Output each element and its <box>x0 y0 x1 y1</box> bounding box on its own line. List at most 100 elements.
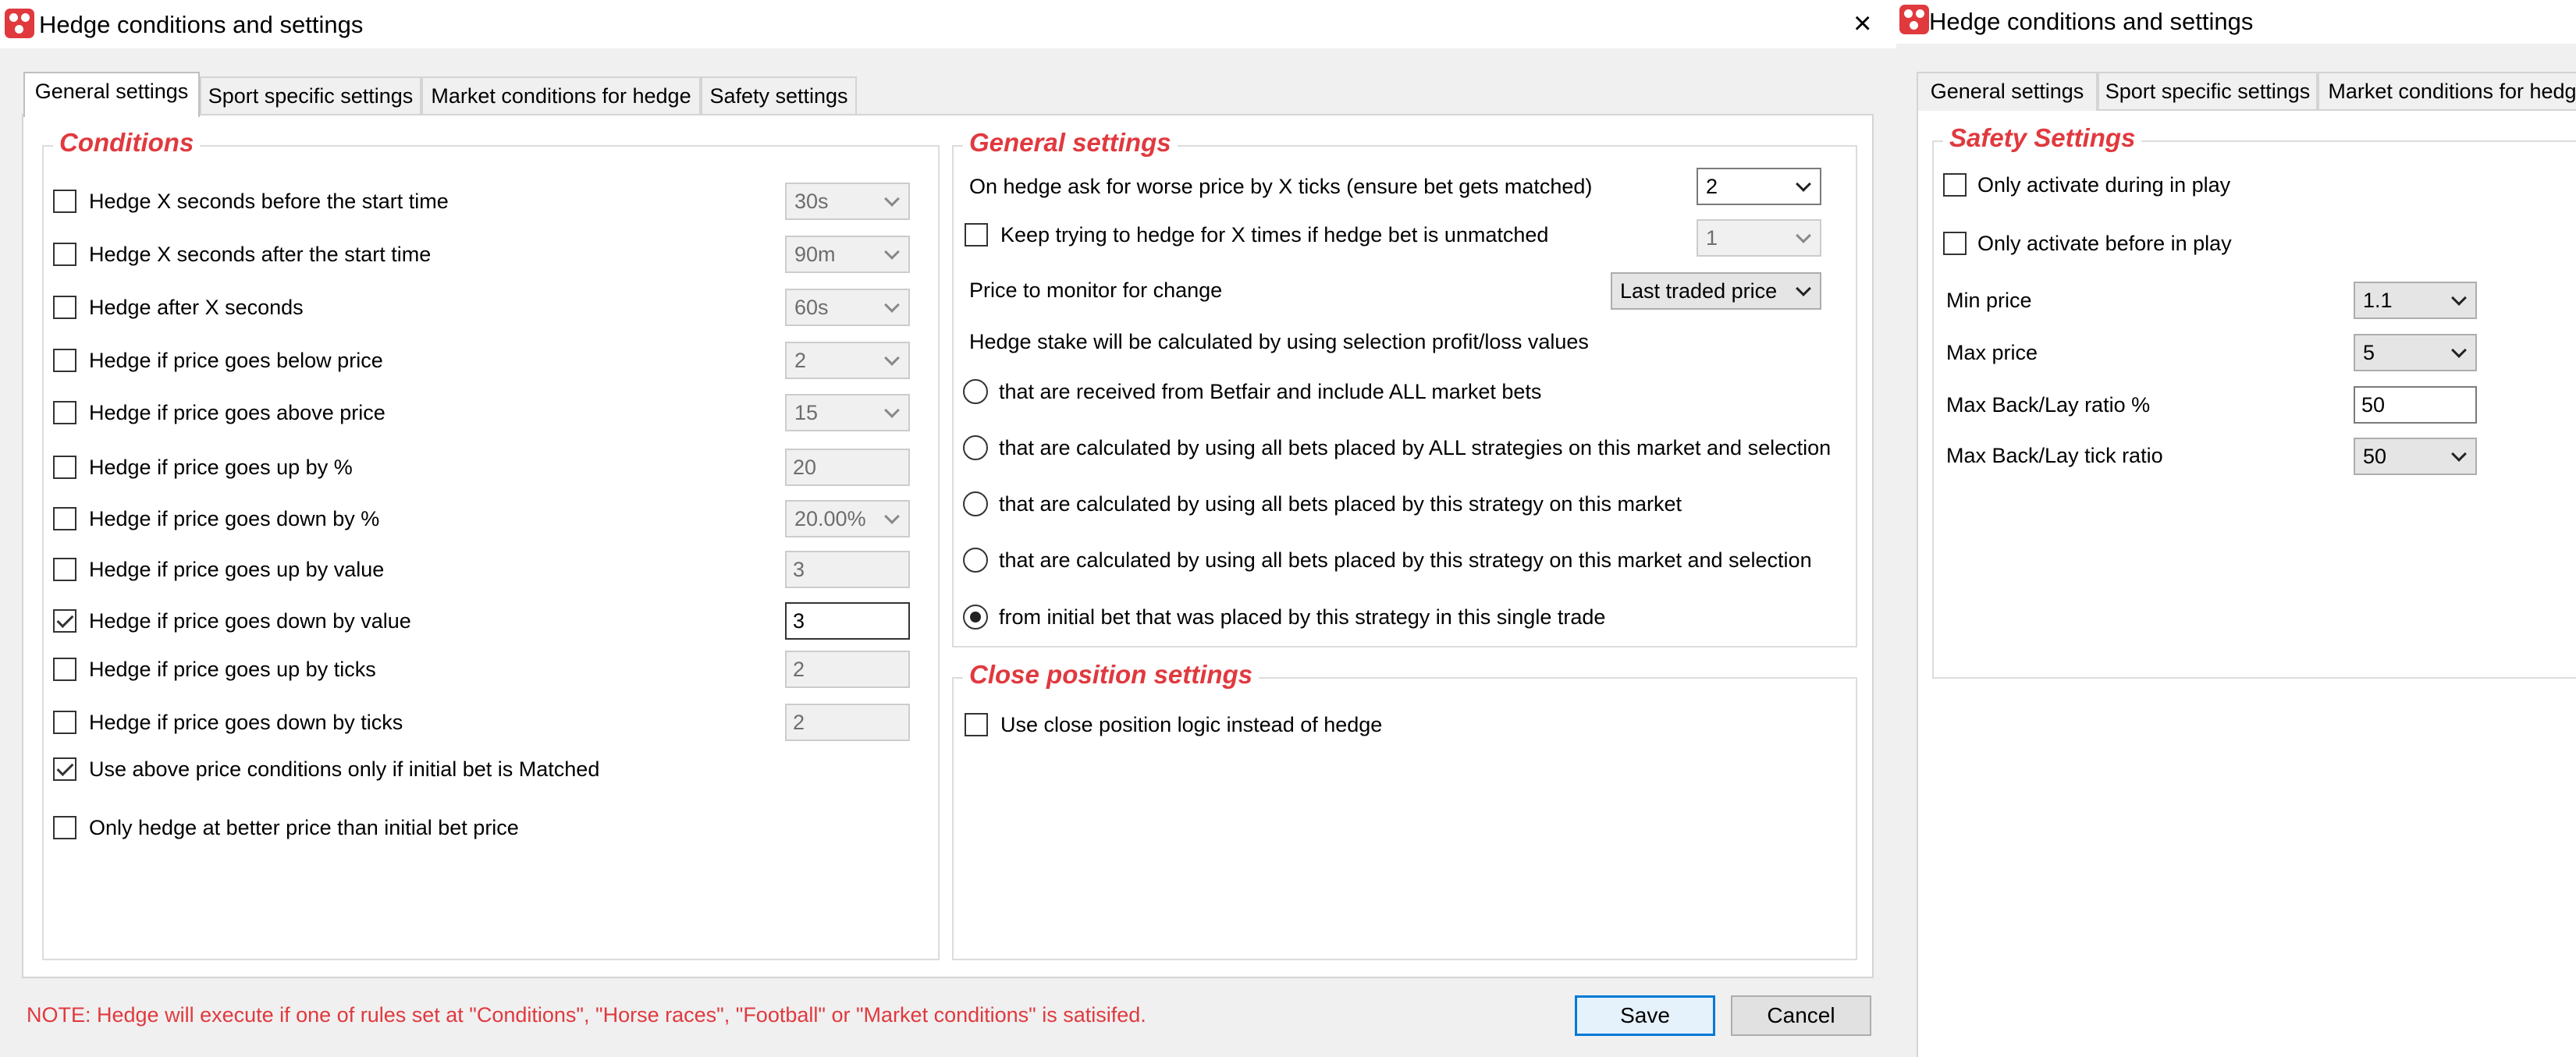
tick-ratio-label: Max Back/Lay tick ratio <box>1946 444 2163 467</box>
condition-checkbox[interactable] <box>53 190 76 213</box>
stake-source-radio[interactable] <box>963 605 988 630</box>
stake-source-label: that are calculated by using all bets pl… <box>999 436 1832 459</box>
condition-checkbox[interactable] <box>53 658 76 681</box>
stake-source-radio[interactable] <box>963 491 988 516</box>
condition-value: 2 <box>793 658 805 681</box>
chevron-down-icon <box>884 297 900 313</box>
save-button[interactable]: Save <box>1575 995 1715 1036</box>
max-price-dropdown[interactable]: 5 <box>2354 334 2477 371</box>
ratio-input[interactable]: 50 <box>2354 386 2477 424</box>
stake-source-radio[interactable] <box>963 379 988 404</box>
condition-checkbox[interactable] <box>53 507 76 530</box>
close-position-legend: Close position settings <box>963 660 1260 690</box>
tick-ratio-dropdown[interactable]: 50 <box>2354 438 2477 475</box>
condition-label: Hedge if price goes up by ticks <box>89 658 376 681</box>
condition-checkbox[interactable] <box>53 296 76 319</box>
condition-value: 3 <box>793 609 805 633</box>
chevron-down-icon <box>2451 342 2467 358</box>
condition-value: 30s <box>794 190 829 213</box>
condition-dropdown[interactable]: 20.00% <box>785 500 910 537</box>
tab-market-conditions-2[interactable]: Market conditions for hedge <box>2318 72 2576 111</box>
min-price-label: Min price <box>1946 289 2032 312</box>
stake-source-radio[interactable] <box>963 435 988 460</box>
condition-label: Hedge if price goes below price <box>89 349 383 372</box>
general-settings-legend: General settings <box>963 128 1178 158</box>
hedge-settings-window-2: Hedge conditions and settings General se… <box>1896 0 2576 1057</box>
condition-input[interactable]: 2 <box>785 651 910 688</box>
tab-sport-specific-settings[interactable]: Sport specific settings <box>200 76 421 115</box>
condition-input[interactable]: 3 <box>785 551 910 588</box>
tab-general-settings[interactable]: General settings <box>23 72 200 117</box>
ratio-label: Max Back/Lay ratio % <box>1946 393 2151 417</box>
condition-dropdown[interactable]: 60s <box>785 289 910 326</box>
close-position-checkbox[interactable] <box>965 713 988 736</box>
chevron-down-icon <box>884 509 900 524</box>
condition-label: Hedge if price goes up by % <box>89 456 353 479</box>
condition-dropdown[interactable]: 30s <box>785 183 910 220</box>
condition-checkbox[interactable] <box>53 349 76 372</box>
tab-market-conditions[interactable]: Market conditions for hedge <box>421 76 701 115</box>
better-price-checkbox[interactable] <box>53 816 76 839</box>
tab-safety-settings[interactable]: Safety settings <box>701 76 857 115</box>
condition-dropdown[interactable]: 2 <box>785 342 910 379</box>
stake-calc-label: Hedge stake will be calculated by using … <box>969 330 1589 353</box>
condition-value: 20.00% <box>794 507 866 530</box>
condition-value: 60s <box>794 296 829 319</box>
condition-checkbox[interactable] <box>53 609 76 633</box>
condition-dropdown[interactable]: 90m <box>785 236 910 273</box>
cancel-button[interactable]: Cancel <box>1731 995 1871 1036</box>
condition-input[interactable]: 20 <box>785 449 910 486</box>
tab-sport-specific-settings-2[interactable]: Sport specific settings <box>2098 72 2318 111</box>
condition-value: 20 <box>793 456 817 479</box>
keep-trying-dropdown[interactable]: 1 <box>1697 219 1821 257</box>
hedge-settings-window: Hedge conditions and settings × General … <box>0 0 1896 1057</box>
keep-trying-checkbox[interactable] <box>965 223 988 247</box>
condition-checkbox[interactable] <box>53 711 76 734</box>
monitor-price-label: Price to monitor for change <box>969 278 1223 302</box>
app-logo-icon <box>5 9 34 38</box>
condition-label: Hedge if price goes down by value <box>89 609 411 633</box>
hedge-note: NOTE: Hedge will execute if one of rules… <box>27 1003 1146 1027</box>
min-price-dropdown[interactable]: 1.1 <box>2354 282 2477 319</box>
chevron-down-icon <box>1796 228 1811 243</box>
condition-label: Hedge X seconds before the start time <box>89 190 449 213</box>
chevron-down-icon <box>1796 176 1811 192</box>
before-play-checkbox[interactable] <box>1943 232 1967 255</box>
chevron-down-icon <box>1796 281 1811 296</box>
stake-source-label: that are received from Betfair and inclu… <box>999 380 1542 403</box>
title-bar-2: Hedge conditions and settings <box>1896 0 2576 44</box>
chevron-down-icon <box>884 403 900 418</box>
condition-input[interactable]: 2 <box>785 704 910 741</box>
condition-checkbox[interactable] <box>53 558 76 581</box>
condition-input[interactable]: 3 <box>785 602 910 640</box>
condition-label: Hedge if price goes down by % <box>89 507 380 530</box>
before-play-label: Only activate before in play <box>1977 232 2232 255</box>
close-position-label: Use close position logic instead of hedg… <box>1000 713 1383 736</box>
stake-source-label: that are calculated by using all bets pl… <box>999 492 1682 516</box>
condition-value: 3 <box>793 558 805 581</box>
chevron-down-icon <box>884 350 900 366</box>
condition-checkbox[interactable] <box>53 456 76 479</box>
chevron-down-icon <box>2451 446 2467 462</box>
condition-checkbox[interactable] <box>53 401 76 424</box>
condition-dropdown[interactable]: 15 <box>785 394 910 431</box>
condition-label: Hedge if price goes above price <box>89 401 386 424</box>
monitor-price-dropdown[interactable]: Last traded price <box>1611 272 1821 310</box>
close-icon[interactable]: × <box>1853 8 1871 39</box>
condition-value: 2 <box>793 711 805 734</box>
safety-settings-legend: Safety Settings <box>1943 123 2142 153</box>
stake-source-label: from initial bet that was placed by this… <box>999 605 1606 629</box>
worse-price-dropdown[interactable]: 2 <box>1697 168 1821 205</box>
condition-value: 15 <box>794 401 819 424</box>
chevron-down-icon <box>2451 290 2467 306</box>
in-play-checkbox[interactable] <box>1943 173 1967 197</box>
matched-only-checkbox[interactable] <box>53 757 76 781</box>
condition-checkbox[interactable] <box>53 243 76 266</box>
max-price-label: Max price <box>1946 341 2038 364</box>
condition-label: Hedge X seconds after the start time <box>89 243 432 266</box>
in-play-label: Only activate during in play <box>1977 173 2231 197</box>
tab-general-settings-2[interactable]: General settings <box>1917 72 2098 111</box>
condition-label: Hedge if price goes up by value <box>89 558 385 581</box>
stake-source-radio[interactable] <box>963 548 988 573</box>
worse-price-label: On hedge ask for worse price by X ticks … <box>969 175 1593 198</box>
